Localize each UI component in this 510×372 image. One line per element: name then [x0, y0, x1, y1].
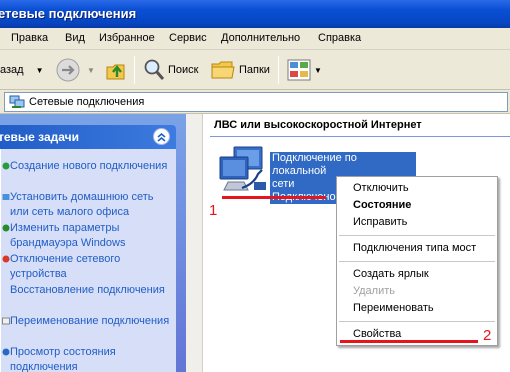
search-label: Поиск: [168, 64, 199, 76]
menu-item-delete: Удалить: [353, 285, 395, 297]
task-disable-device[interactable]: Отключение сетевого устройства: [2, 252, 175, 282]
forward-button[interactable]: ▼: [55, 50, 95, 90]
address-value: Сетевые подключения: [29, 96, 145, 108]
chevron-down-icon[interactable]: ▼: [36, 66, 44, 75]
window-title: етевые подключения: [0, 6, 137, 21]
menu-advanced[interactable]: Дополнительно: [221, 32, 300, 44]
home-network-icon: [2, 194, 10, 200]
menu-item-disable[interactable]: Отключить: [353, 182, 409, 194]
toolbar: азад ▼ ▼ Поиск Папки ▼: [0, 50, 510, 90]
menu-item-status[interactable]: Состояние: [353, 199, 411, 211]
address-input[interactable]: Сетевые подключения: [4, 92, 508, 112]
annotation-marker-1: 1: [209, 202, 218, 219]
firewall-icon: [2, 224, 10, 232]
up-folder-button[interactable]: [104, 50, 128, 90]
chevron-down-icon[interactable]: ▼: [314, 66, 322, 75]
group-header: ЛВС или высокоскоростной Интернет: [214, 119, 422, 131]
annotation-marker-2: 2: [483, 327, 492, 344]
new-connection-icon: [2, 162, 10, 170]
task-firewall-settings[interactable]: Изменить параметры брандмауэра Windows: [2, 221, 175, 251]
task-view-status[interactable]: Просмотр состояния подключения: [2, 345, 175, 372]
task-label: Установить домашнюю сеть или сеть малого…: [10, 191, 154, 218]
network-connections-icon: [9, 95, 25, 108]
lan-connection-icon[interactable]: [214, 144, 270, 196]
menu-item-bridge[interactable]: Подключения типа мост: [353, 242, 476, 254]
task-label: Просмотр состояния подключения: [10, 346, 116, 372]
menu-separator: [339, 261, 495, 262]
task-label: Переименование подключения: [10, 315, 170, 327]
chevron-down-icon[interactable]: ▼: [87, 66, 95, 75]
task-create-connection[interactable]: Создание нового подключения: [2, 159, 175, 174]
title-bar: етевые подключения: [0, 0, 510, 28]
back-label: азад: [0, 64, 24, 76]
search-button[interactable]: Поиск: [143, 50, 198, 90]
menu-item-repair[interactable]: Исправить: [353, 216, 407, 228]
forward-arrow-icon: [56, 58, 80, 82]
menu-help[interactable]: Справка: [318, 32, 361, 44]
view-status-icon: [2, 348, 10, 356]
views-button[interactable]: ▼: [287, 50, 322, 90]
task-label: Восстановление подключения: [10, 284, 165, 296]
task-repair-connection[interactable]: Восстановление подключения: [10, 283, 175, 298]
folders-label: Папки: [239, 64, 270, 76]
task-label: Создание нового подключения: [10, 160, 168, 172]
context-menu: Отключить Состояние Исправить Подключени…: [336, 176, 498, 346]
menu-separator: [339, 235, 495, 236]
splitter[interactable]: [186, 114, 203, 372]
collapse-icon[interactable]: [153, 128, 170, 145]
menu-item-properties[interactable]: Свойства: [353, 328, 401, 340]
menu-item-create-shortcut[interactable]: Создать ярлык: [353, 268, 429, 280]
back-button[interactable]: азад ▼: [0, 50, 44, 90]
network-tasks-header[interactable]: тевые задачи: [0, 125, 176, 149]
search-icon: [144, 59, 165, 80]
menu-item-rename[interactable]: Переименовать: [353, 302, 434, 314]
toolbar-separator: [134, 56, 135, 84]
task-label: Изменить параметры брандмауэра Windows: [10, 222, 126, 249]
menu-bar: Правка Вид Избранное Сервис Дополнительн…: [0, 28, 510, 50]
network-tasks-body: Создание нового подключения Установить д…: [0, 149, 176, 372]
menu-tools[interactable]: Сервис: [169, 32, 207, 44]
task-label: Отключение сетевого устройства: [10, 253, 121, 280]
annotation-underline-2: [340, 340, 478, 343]
disable-device-icon: [2, 255, 10, 263]
menu-favorites[interactable]: Избранное: [99, 32, 155, 44]
address-bar: Сетевые подключения: [0, 90, 510, 114]
menu-view[interactable]: Вид: [65, 32, 85, 44]
folder-icon: [211, 61, 235, 79]
task-home-network[interactable]: Установить домашнюю сеть или сеть малого…: [2, 190, 175, 220]
group-divider: [210, 136, 510, 137]
task-rename-connection[interactable]: Переименование подключения: [2, 314, 175, 329]
annotation-underline-1: [222, 196, 326, 199]
toolbar-separator: [278, 56, 279, 84]
rename-icon: [2, 317, 10, 325]
folders-button[interactable]: Папки: [210, 50, 270, 90]
connection-name-line1: Подключение по локальной: [272, 152, 357, 177]
menu-edit[interactable]: Правка: [11, 32, 48, 44]
views-icon: [287, 59, 311, 81]
up-folder-icon: [106, 64, 125, 80]
network-tasks-title: тевые задачи: [0, 130, 79, 144]
task-pane: тевые задачи Создание нового подключения…: [0, 114, 186, 372]
menu-separator: [339, 321, 495, 322]
